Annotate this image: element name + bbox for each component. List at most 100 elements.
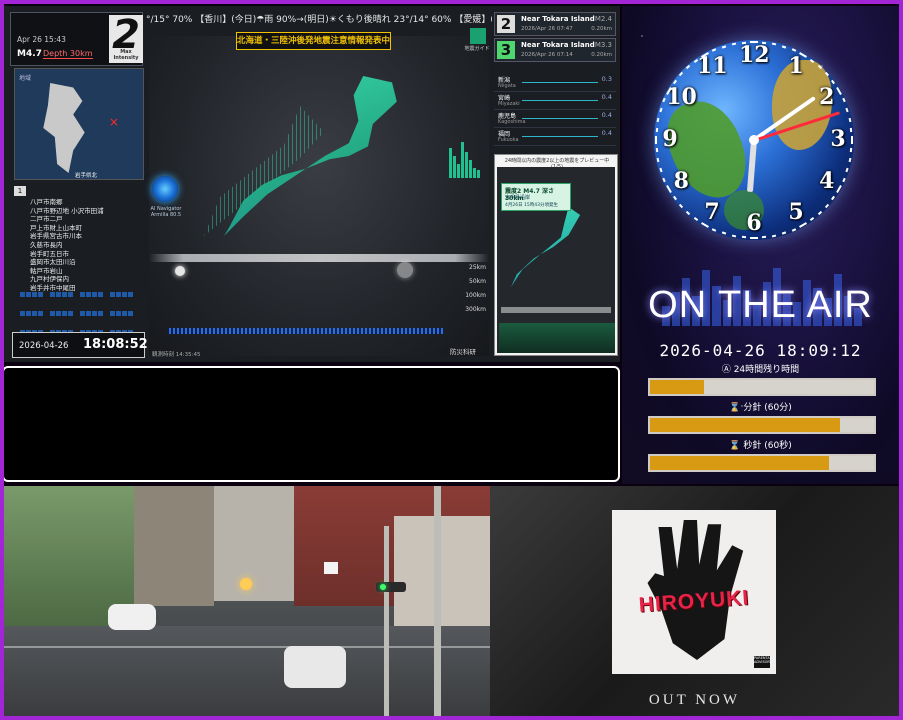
utility-pole [434,486,441,716]
grid-cell [26,311,31,316]
clock-tick [679,72,684,77]
clock-numeral: 1 [788,53,804,80]
on-air-title: ON THE AIR [648,284,873,326]
sign [324,562,338,574]
clock-tick [750,41,758,43]
grid-cell [104,292,109,297]
grid-cell [14,311,19,316]
clock-numeral: 9 [662,126,678,152]
parental-advisory-badge: PARENTAL ADVISORY [754,656,772,668]
minute-hand [752,96,816,142]
second-hand-bar [648,454,876,472]
station-name-en: Niigata [498,83,516,89]
depth-axis: 25km 50km 100km 300km [446,264,490,344]
clock-tick [711,48,717,53]
clock-tick [750,237,758,239]
grid-cell [56,292,61,297]
grid-cell [44,292,49,297]
event-item[interactable]: 3 Near Tokara Island 2026/Apr 26 07:14 M… [494,38,616,62]
clock-tick [817,210,822,215]
grid-cell [62,311,67,316]
minimap-land [43,83,85,173]
street-lamp [240,578,252,590]
weather-ticker: °/15° 70% 【香川】(今日)☂雨 90%→(明日)☀くもり後晴れ 23°… [146,15,492,25]
station-waveform [522,82,598,83]
quake-guide-icon[interactable] [470,28,486,44]
building [134,486,214,606]
location-item: 二戸市二戸 [30,215,63,224]
grid-cell [80,311,85,316]
meter-bar [465,152,468,178]
quake-clock-date: 2026-04-26 [19,341,69,351]
analog-clock: 12 1 2 3 4 5 6 7 8 9 10 11 [654,40,854,240]
grid-cell [14,292,19,297]
clock-tick [841,97,846,103]
epicenter-marker-icon: × [109,115,120,129]
quake-map [149,36,489,356]
clock-tick [741,236,746,239]
clock-tick [824,203,829,208]
clock-tick [824,72,829,77]
station-row: 新潟 Niigata 0.3 [494,74,616,92]
depth-tick: 100km [465,292,486,299]
remaining-day-bar [648,378,876,396]
white-car [284,646,346,688]
station-row: 福岡 Fukuoka 0.4 [494,128,616,146]
clock-tick [848,158,852,163]
white-car [108,604,156,630]
clock-tick [791,48,797,53]
event-date: 2026/Apr 26 07:47 [521,26,573,32]
grid-cell [116,311,121,316]
location-item: 岩手町五日市 [30,249,69,258]
seismic-level-meter [449,136,480,178]
second-hand-label: ⌛ 秒針 (60秒) [729,441,792,451]
station-name-en: Fukuoka [498,137,519,143]
clock-tick [841,177,846,183]
depth-tick: 300km [465,306,486,313]
event-magnitude: M3.3 [594,41,612,49]
meter-bar [457,164,460,178]
meter-bar [449,148,452,178]
clock-tick [721,45,726,49]
location-item: 九戸村伊保内 [30,275,69,284]
station-waveform [522,100,598,101]
event-item[interactable]: 2 Near Tokara Island 2026/Apr 26 07:47 M… [494,12,616,36]
utility-pole [384,526,389,716]
clock-tick [686,210,691,215]
clock-tick [772,42,777,46]
quake-clock: 2026-04-26 18:08:52 [12,332,148,358]
album-cover[interactable]: HIROYUKI PARENTAL ADVISORY [612,510,776,674]
station-name-en: Miyazaki [498,101,520,107]
quake-depth: Depth 30km [43,49,93,59]
bar-fill [650,418,841,432]
clock-tick [845,168,849,173]
grid-cell [122,292,127,297]
epicenter-dot [397,262,413,278]
max-intensity-badge: 2 Max Intensity [109,15,143,63]
preview-datetime: 4月26日 15時43分頃発生 [505,203,558,208]
clock-tick [655,127,658,132]
earthquake-monitor: °/15° 70% 【香川】(今日)☂雨 90%→(明日)☀くもり後晴れ 23°… [4,6,620,362]
event-place: Near Tokara Island [521,41,595,49]
grid-cell [50,292,55,297]
quake-clock-time: 18:08:52 [83,337,148,352]
bar-fill [650,380,704,394]
on-air-clock-panel: 12 1 2 3 4 5 6 7 8 9 10 11 ON THE AIR 2026-04-26 18… [622,6,899,484]
location-item: 盛岡市太田川沿 [30,258,76,267]
clock-tick [791,227,797,232]
grid-cell [110,292,115,297]
ai-navigator: AI Navigator Armilla 80.5 [144,176,188,228]
clock-tick [809,217,814,222]
preview-region: 岩手県沿岸 [505,195,531,201]
grid-cell [128,292,133,297]
station-grid [14,284,139,354]
clock-tick [655,148,658,153]
station-list: 新潟 Niigata 0.3 宮崎 Miyazaki 0.4 鹿児島 Kagoshima 0.4… [494,74,616,148]
clock-tick [721,231,726,235]
grid-cell [50,311,55,316]
hour-hand [746,139,757,193]
clock-numeral: 6 [746,210,762,236]
remaining-day-label: Ⓐ 24時間残り時間 [721,365,800,375]
minimap-label: 地域 [19,75,32,82]
clock-tick [731,234,736,238]
